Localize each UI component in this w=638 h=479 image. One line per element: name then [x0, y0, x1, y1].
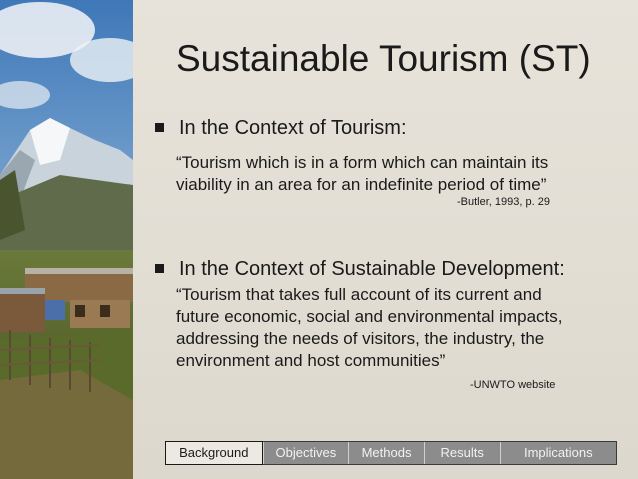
- nav-tab-methods[interactable]: Methods: [348, 442, 424, 464]
- bullet-heading: In the Context of Sustainable Developmen…: [179, 258, 565, 280]
- unwto-quote: “Tourism that takes full account of its …: [176, 284, 562, 372]
- quote-line: environment and host communities”: [176, 351, 446, 370]
- bullet-square-icon: [155, 123, 164, 132]
- butler-quote: “Tourism which is in a form which can ma…: [176, 152, 548, 196]
- mountain-village-photo: [0, 0, 133, 479]
- nav-tab-results[interactable]: Results: [423, 442, 500, 464]
- nav-tab-background[interactable]: Background: [165, 441, 263, 465]
- quote-line: future economic, social and environmenta…: [176, 307, 563, 326]
- bullet-heading: In the Context of Tourism:: [179, 117, 407, 139]
- nav-tab-implications[interactable]: Implications: [499, 442, 617, 464]
- butler-attribution: -Butler, 1993, p. 29: [457, 196, 550, 208]
- section-nav: Background Objectives Methods Results Im…: [165, 441, 617, 465]
- quote-line: viability in an area for an indefinite p…: [176, 175, 547, 194]
- unwto-attribution: -UNWTO website: [470, 379, 556, 391]
- quote-line: “Tourism that takes full account of its …: [176, 285, 542, 304]
- nav-tab-objectives[interactable]: Objectives: [262, 442, 349, 464]
- slide-title: Sustainable Tourism (ST): [176, 38, 591, 79]
- quote-line: “Tourism which is in a form which can ma…: [176, 153, 549, 172]
- quote-line: addressing the needs of visitors, the in…: [176, 329, 545, 348]
- bullet-square-icon: [155, 264, 164, 273]
